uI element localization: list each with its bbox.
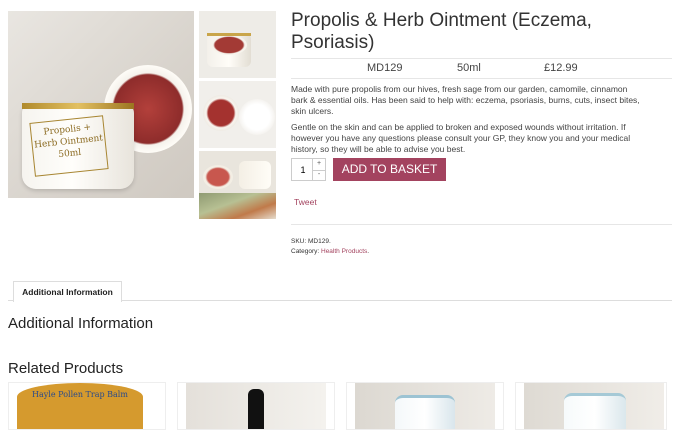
- quantity-input[interactable]: [292, 159, 314, 180]
- add-to-basket-button[interactable]: ADD TO BASKET: [333, 158, 446, 181]
- related-product-card[interactable]: [515, 382, 667, 430]
- related-product-card[interactable]: [177, 382, 335, 430]
- related-products-heading: Related Products: [8, 360, 124, 377]
- related-product-image: [186, 383, 326, 429]
- product-thumbnail-2[interactable]: [199, 81, 276, 148]
- jar-gold-band: [22, 103, 134, 109]
- product-code: MD129: [367, 62, 403, 74]
- product-thumbnail-3[interactable]: [199, 151, 276, 219]
- product-meta-row: MD129 50ml £12.99: [291, 58, 672, 79]
- related-product-card[interactable]: Hayle Pollen Trap Balm: [8, 382, 166, 430]
- sku-label: SKU:: [291, 238, 307, 245]
- tab-additional-information[interactable]: Additional Information: [13, 281, 122, 302]
- product-size: 50ml: [457, 62, 481, 74]
- product-title: Propolis & Herb Ointment (Eczema, Psoria…: [291, 10, 592, 53]
- sku-value: MD129.: [307, 238, 331, 245]
- related-product-card[interactable]: [346, 382, 504, 430]
- product-description-1: Made with pure propolis from our hives, …: [291, 84, 640, 116]
- category-line: Category: Health Products.: [291, 248, 370, 255]
- product-price: £12.99: [544, 62, 578, 74]
- category-link[interactable]: Health Products: [321, 248, 367, 255]
- quantity-decrease-button[interactable]: -: [312, 170, 325, 181]
- panel-heading: Additional Information: [8, 315, 154, 332]
- product-thumbnail-1[interactable]: [199, 11, 276, 78]
- product-description-2: Gentle on the skin and can be applied to…: [291, 122, 631, 154]
- product-main-image[interactable]: Propolis + Herb Ointment 50ml: [8, 11, 194, 198]
- related-product-label: Hayle Pollen Trap Balm: [32, 390, 128, 399]
- related-product-image: Hayle Pollen Trap Balm: [17, 383, 143, 429]
- quantity-stepper: + -: [291, 158, 326, 181]
- related-product-image: [355, 383, 495, 429]
- sku-line: SKU: MD129.: [291, 238, 331, 245]
- jar-label: Propolis + Herb Ointment 50ml: [29, 115, 109, 177]
- tweet-link[interactable]: Tweet: [294, 197, 317, 207]
- category-label: Category:: [291, 248, 320, 255]
- related-product-image: [524, 383, 664, 429]
- divider: [291, 224, 672, 225]
